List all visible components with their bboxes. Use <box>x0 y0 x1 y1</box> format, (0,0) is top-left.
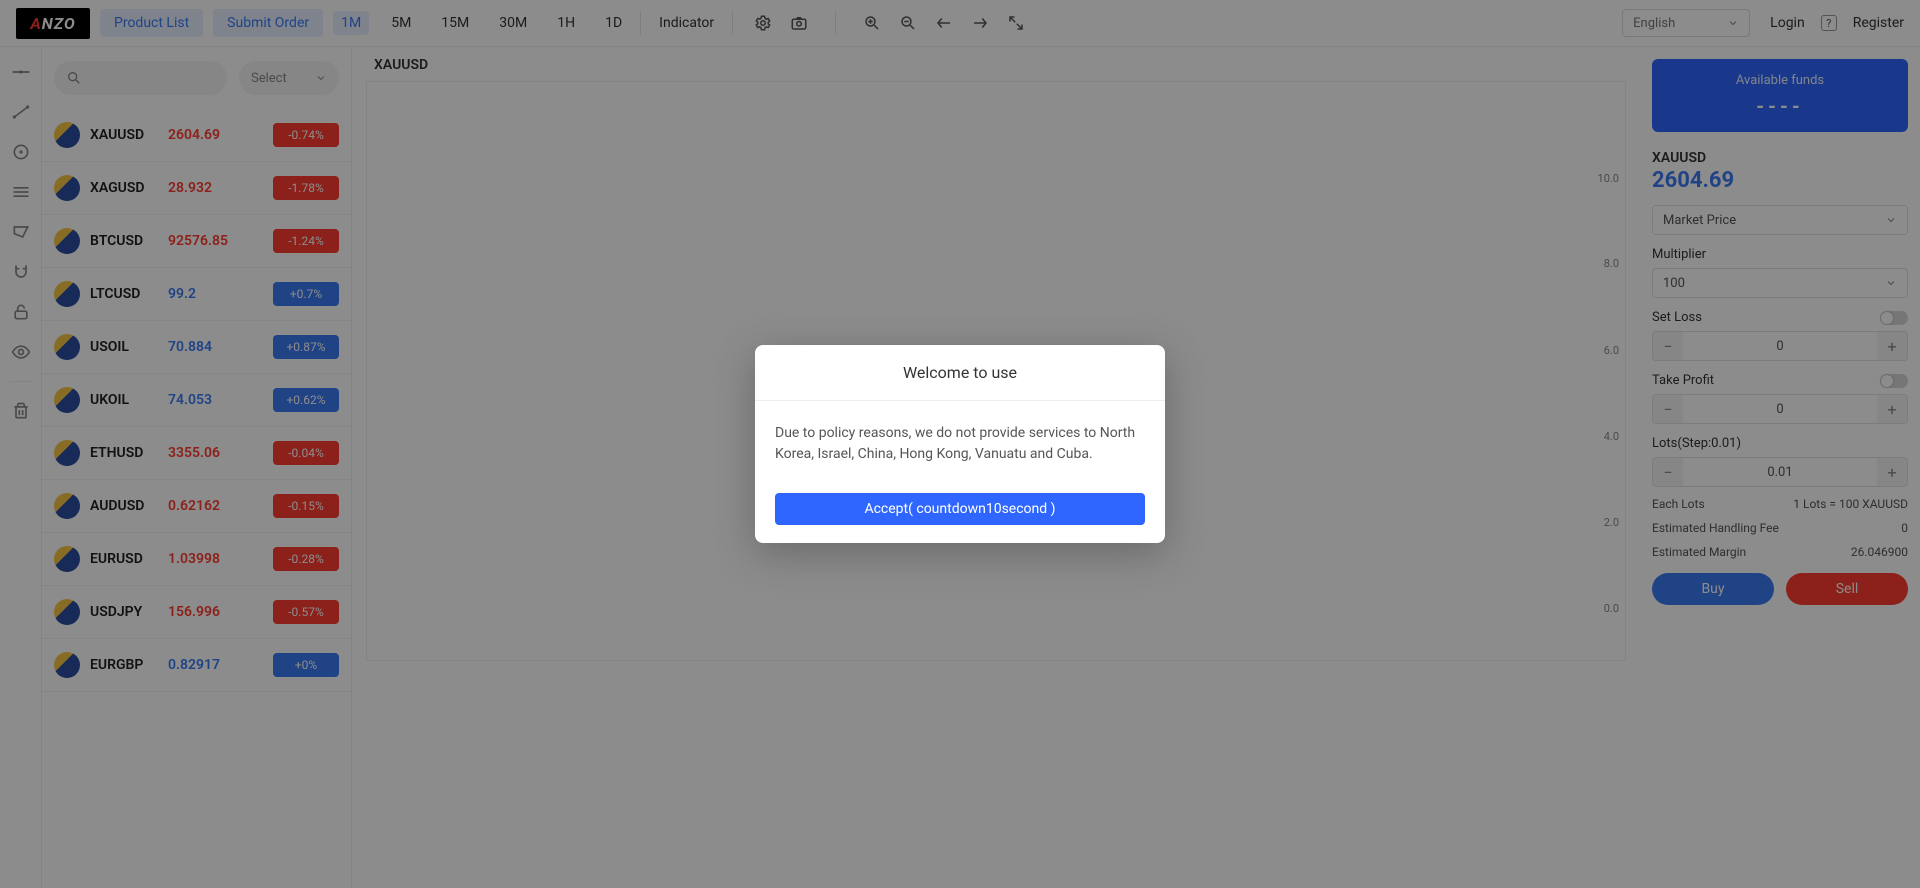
modal-title: Welcome to use <box>755 345 1165 401</box>
welcome-modal: Welcome to use Due to policy reasons, we… <box>755 345 1165 543</box>
modal-body: Due to policy reasons, we do not provide… <box>755 401 1165 487</box>
modal-accept-button[interactable]: Accept( countdown10second ) <box>775 493 1145 525</box>
modal-overlay: Welcome to use Due to policy reasons, we… <box>0 0 1920 888</box>
